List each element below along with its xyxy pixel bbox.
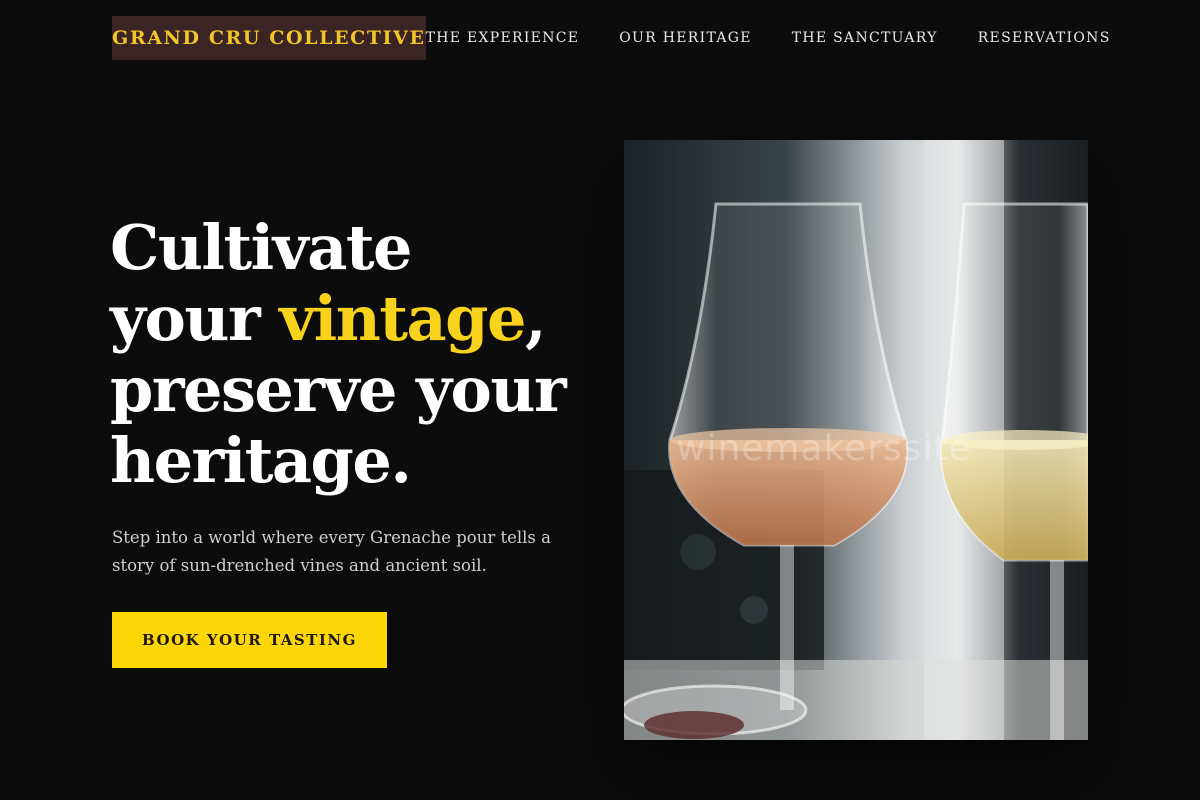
nav-item-reservations[interactable]: RESERVATIONS bbox=[978, 30, 1111, 46]
hero-title-comma: , bbox=[524, 282, 547, 355]
nav-item-heritage[interactable]: OUR HERITAGE bbox=[619, 30, 751, 46]
image-watermark: winemakerssite bbox=[676, 428, 972, 469]
hero-title-accent: vintage bbox=[279, 282, 526, 355]
hero-title-line3: preserve your bbox=[110, 353, 567, 426]
hero-subtitle: Step into a world where every Grenache p… bbox=[112, 528, 551, 575]
hero-image: winemakerssite bbox=[624, 140, 1088, 740]
hero-title-line1: Cultivate bbox=[110, 211, 412, 284]
hero-title-your: your bbox=[110, 282, 280, 355]
brand-logo[interactable]: GRAND CRU COLLECTIVE bbox=[112, 16, 426, 60]
hero-title: Cultivate your vintage, preserve your he… bbox=[110, 212, 590, 496]
brand-name: GRAND CRU COLLECTIVE bbox=[112, 27, 426, 49]
main-nav: THE EXPERIENCE OUR HERITAGE THE SANCTUAR… bbox=[426, 30, 1111, 46]
nav-item-experience[interactable]: THE EXPERIENCE bbox=[426, 30, 580, 46]
book-tasting-button[interactable]: BOOK YOUR TASTING bbox=[112, 612, 387, 668]
site-header: GRAND CRU COLLECTIVE THE EXPERIENCE OUR … bbox=[112, 16, 1109, 60]
nav-item-sanctuary[interactable]: THE SANCTUARY bbox=[792, 30, 938, 46]
hero-title-line4: heritage. bbox=[110, 424, 412, 497]
